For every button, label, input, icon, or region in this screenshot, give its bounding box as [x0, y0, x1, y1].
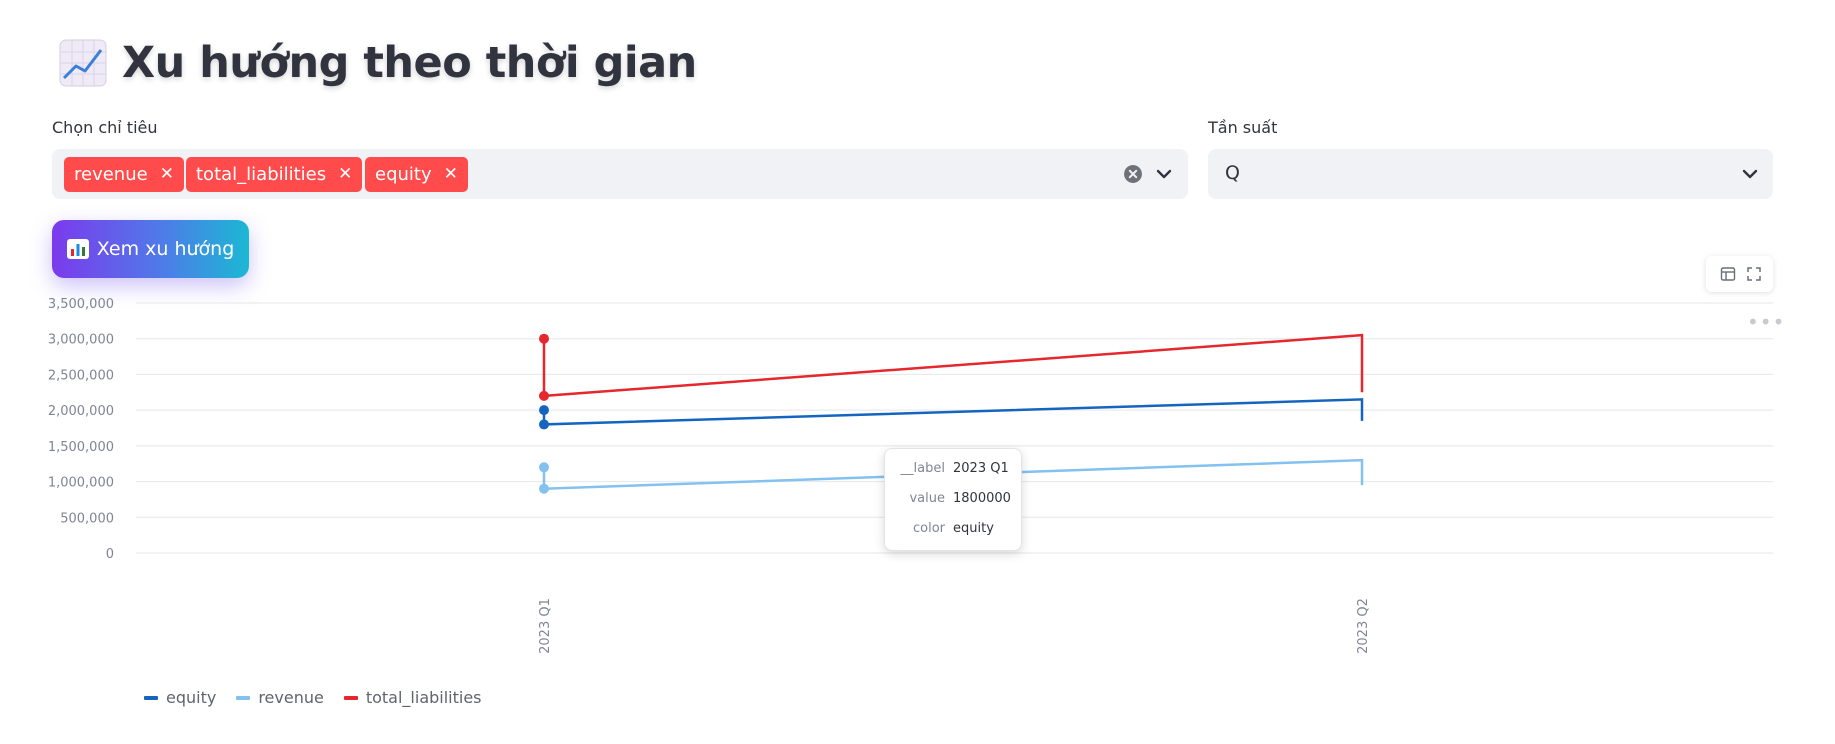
- x-tick-label: 2023 Q1: [538, 598, 553, 654]
- tag-equity[interactable]: equity ✕: [365, 157, 468, 192]
- legend-swatch: [144, 695, 158, 700]
- trend-chart: 0 500,000 1,000,000 1,500,000 2,000,000 2,500…: [48, 297, 1773, 654]
- table-icon[interactable]: [1720, 266, 1736, 282]
- tag-total-liabilities[interactable]: total_liabilities ✕: [186, 157, 363, 192]
- chart-tooltip: __label 2023 Q1 value 1800000 color equi…: [884, 448, 1022, 551]
- legend-swatch: [343, 695, 358, 700]
- bar-chart-icon: [66, 239, 89, 259]
- more-icon[interactable]: •••: [1747, 310, 1785, 334]
- y-tick-label: 3,500,000: [48, 297, 114, 312]
- chart-legend: equity revenue total_liabilities: [144, 688, 482, 707]
- view-trend-label: Xem xu hướng: [96, 238, 235, 260]
- data-point-equity: [539, 419, 549, 430]
- data-point-total_liabilities: [539, 390, 549, 401]
- y-tick-label: 0: [106, 547, 114, 562]
- legend-swatch: [236, 695, 251, 700]
- y-tick-label: 500,000: [60, 511, 114, 526]
- tag-revenue[interactable]: revenue ✕: [64, 157, 184, 192]
- y-tick-label: 1,000,000: [48, 476, 114, 491]
- tooltip-row-value: value 1800000: [885, 491, 1021, 511]
- data-point-revenue: [539, 462, 549, 473]
- remove-tag-icon[interactable]: ✕: [444, 166, 458, 183]
- tooltip-row-color: color equity: [885, 521, 1021, 541]
- tooltip-value: 2023 Q1: [953, 461, 1009, 476]
- data-point-total_liabilities: [539, 333, 549, 344]
- tooltip-key: value: [909, 491, 945, 506]
- tooltip-value: 1800000: [953, 491, 1011, 506]
- page-title: Xu hướng theo thời gian: [122, 38, 697, 88]
- legend-item-equity[interactable]: equity: [144, 688, 216, 707]
- legend-label: equity: [166, 688, 217, 707]
- tooltip-key: __label: [900, 461, 945, 476]
- series-line-equity: [542, 398, 1364, 426]
- metric-multiselect[interactable]: revenue ✕ total_liabilities ✕ equity ✕: [52, 149, 1188, 199]
- tag-label: equity: [375, 164, 432, 185]
- data-point-revenue: [539, 483, 549, 494]
- y-tick-label: 2,500,000: [48, 368, 114, 383]
- clear-icon[interactable]: [1124, 165, 1142, 183]
- chart-toolbar: [1706, 256, 1773, 292]
- legend-label: total_liabilities: [365, 688, 482, 707]
- legend-label: revenue: [258, 688, 324, 707]
- chart-increasing-icon: [59, 39, 107, 87]
- view-trend-button[interactable]: Xem xu hướng: [52, 220, 249, 278]
- chevron-down-icon[interactable]: [1152, 162, 1176, 186]
- y-tick-label: 2,000,000: [48, 404, 114, 419]
- metric-select-label: Chọn chỉ tiêu: [52, 118, 158, 137]
- frequency-select-label: Tần suất: [1208, 118, 1278, 137]
- x-tick-label: 2023 Q2: [1356, 598, 1371, 654]
- frequency-value: Q: [1225, 162, 1240, 184]
- y-tick-label: 1,500,000: [48, 440, 114, 455]
- y-axis-ticks: 0 500,000 1,000,000 1,500,000 2,000,000 2,500…: [48, 297, 114, 562]
- frequency-select[interactable]: Q: [1208, 149, 1773, 199]
- series-line-total_liabilities: [542, 333, 1364, 398]
- title-row: Xu hướng theo thời gian: [58, 38, 697, 88]
- remove-tag-icon[interactable]: ✕: [160, 166, 174, 183]
- tag-label: revenue: [74, 164, 148, 185]
- fullscreen-icon[interactable]: [1746, 266, 1762, 282]
- tooltip-key: color: [912, 521, 945, 536]
- data-point-equity: [539, 405, 549, 416]
- y-tick-label: 3,000,000: [48, 333, 114, 348]
- chevron-down-icon[interactable]: [1738, 162, 1762, 186]
- remove-tag-icon[interactable]: ✕: [338, 166, 352, 183]
- legend-item-revenue[interactable]: revenue: [236, 688, 324, 707]
- tooltip-value: equity: [953, 521, 994, 536]
- tag-label: total_liabilities: [196, 164, 327, 185]
- tooltip-row-label: __label 2023 Q1: [885, 461, 1021, 481]
- legend-item-total-liabilities[interactable]: total_liabilities: [343, 688, 482, 707]
- x-axis-ticks: 2023 Q1 2023 Q2: [538, 598, 1371, 654]
